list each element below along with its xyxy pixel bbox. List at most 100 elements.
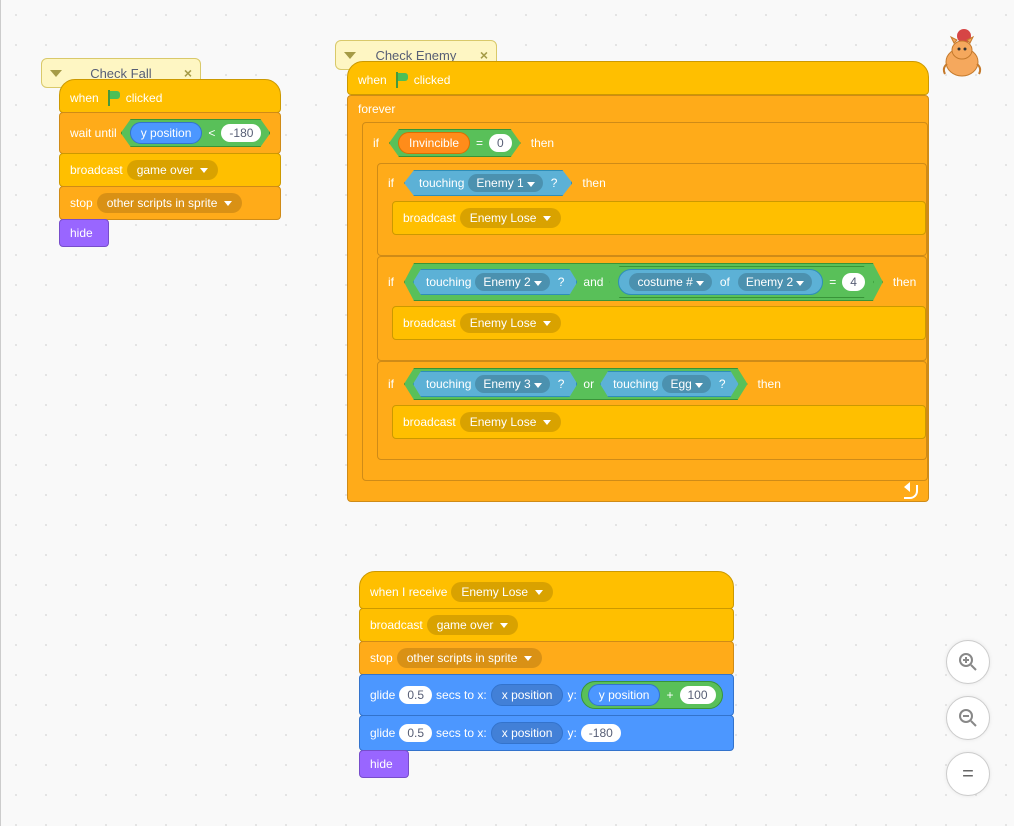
chevron-down-icon [543,420,551,425]
broadcast-block[interactable]: broadcast Enemy Lose [392,405,926,439]
stack-check-fall[interactable]: when clicked wait until y position < -18… [59,80,281,247]
label: stop [70,196,93,210]
touching-predicate[interactable]: touching Enemy 3 ? [413,371,577,397]
plus-operator[interactable]: y position + 100 [581,681,723,709]
if-block-invincible[interactable]: if Invincible = 0 then [362,122,928,481]
message-dropdown[interactable]: Enemy Lose [451,582,553,602]
chevron-down-icon [200,168,208,173]
touching-predicate[interactable]: touching Egg ? [600,371,738,397]
broadcast-block[interactable]: broadcast Enemy Lose [392,201,926,235]
stop-block[interactable]: stop other scripts in sprite [359,641,734,675]
if-block-enemy3[interactable]: if touching Enemy 3 ? o [377,361,927,460]
label: when I receive [370,585,447,599]
broadcast-block[interactable]: broadcast game over [59,153,281,187]
glide-block[interactable]: glide 0.5 secs to x: x position y: -180 [359,715,734,751]
label: if [373,136,379,150]
variable-reporter[interactable]: Invincible [398,132,470,154]
equals-operator[interactable]: costume # of Enemy 2 = 4 [609,266,873,298]
label: y: [567,688,576,702]
sprite-thumbnail [934,28,990,84]
broadcast-block[interactable]: broadcast game over [359,608,734,642]
or-operator[interactable]: touching Enemy 3 ? or touching [404,368,748,400]
zoom-reset-button[interactable]: = [946,752,990,796]
number-input[interactable]: 4 [842,273,865,291]
number-input[interactable]: -180 [221,124,261,142]
scripts-workspace[interactable]: Check Fall × Check Enemy × when clicked … [0,0,1014,826]
label: broadcast [403,211,456,225]
sprite-dropdown[interactable]: Enemy 1 [468,174,542,192]
label: then [582,176,605,190]
equals-operator[interactable]: Invincible = 0 [389,129,521,157]
when-i-receive-block[interactable]: when I receive Enemy Lose [359,571,734,609]
label: if [388,176,394,190]
sprite-dropdown[interactable]: Enemy 3 [475,375,549,393]
broadcast-dropdown[interactable]: Enemy Lose [460,208,562,228]
chevron-down-icon [695,383,703,388]
y-position-reporter[interactable]: y position [130,122,203,144]
x-position-reporter[interactable]: x position [491,722,564,744]
touching-predicate[interactable]: touching Enemy 1 ? [404,170,572,196]
sprite-dropdown[interactable]: Enemy 2 [475,273,549,291]
label: broadcast [70,163,123,177]
label: when [70,91,99,105]
chevron-down-icon [534,281,542,286]
stack-enemy-lose[interactable]: when I receive Enemy Lose broadcast game… [359,572,734,778]
label: hide [70,226,93,240]
number-input[interactable]: 0.5 [399,686,432,704]
broadcast-dropdown[interactable]: Enemy Lose [460,412,562,432]
glide-block[interactable]: glide 0.5 secs to x: x position y: y pos… [359,674,734,716]
label: clicked [414,73,451,87]
if-block-enemy2[interactable]: if touching Enemy 2 ? a [377,256,927,361]
lt-label: < [208,126,215,140]
forever-block[interactable]: forever if Invincible = 0 then [347,95,929,502]
broadcast-dropdown[interactable]: game over [427,615,519,635]
chevron-down-icon [535,590,543,595]
label: glide [370,726,395,740]
when-flag-clicked-block[interactable]: when clicked [59,79,281,113]
y-position-reporter[interactable]: y position [588,684,661,706]
comment-fold-icon[interactable] [344,52,356,59]
chevron-down-icon [524,656,532,661]
zoom-out-icon [958,708,978,728]
label: clicked [126,91,163,105]
label: when [358,73,387,87]
touching-predicate[interactable]: touching Enemy 2 ? [413,269,577,295]
wait-until-block[interactable]: wait until y position < -180 [59,112,281,154]
sprite-dropdown[interactable]: Egg [662,375,710,393]
label: y: [567,726,576,740]
number-input[interactable]: 0.5 [399,724,432,742]
chevron-down-icon [500,623,508,628]
chevron-down-icon [224,201,232,206]
comment-fold-icon[interactable] [50,70,62,77]
chevron-down-icon [534,383,542,388]
x-position-reporter[interactable]: x position [491,684,564,706]
sprite-dropdown[interactable]: Enemy 2 [738,273,812,291]
number-input[interactable]: 100 [680,686,716,704]
less-than-operator[interactable]: y position < -180 [121,119,271,147]
stop-dropdown[interactable]: other scripts in sprite [397,648,543,668]
broadcast-block[interactable]: broadcast Enemy Lose [392,306,926,340]
stack-check-enemy[interactable]: when clicked forever if Invincible = [347,62,929,502]
zoom-in-icon [958,652,978,672]
zoom-in-button[interactable] [946,640,990,684]
of-reporter[interactable]: costume # of Enemy 2 [618,269,823,295]
zoom-out-button[interactable] [946,696,990,740]
label: wait until [70,126,117,140]
broadcast-dropdown[interactable]: Enemy Lose [460,313,562,333]
chevron-down-icon [543,321,551,326]
hide-block[interactable]: hide [359,750,409,778]
label: if [388,275,394,289]
chevron-down-icon [543,216,551,221]
if-block-enemy1[interactable]: if touching Enemy 1 ? then [377,163,927,256]
cat-sprite-icon [934,28,990,84]
property-dropdown[interactable]: costume # [629,273,711,291]
when-flag-clicked-block[interactable]: when clicked [347,61,929,95]
and-operator[interactable]: touching Enemy 2 ? and [404,263,883,301]
stop-block[interactable]: stop other scripts in sprite [59,186,281,220]
number-input[interactable]: 0 [489,134,512,152]
label: hide [370,757,393,771]
hide-block[interactable]: hide [59,219,109,247]
stop-dropdown[interactable]: other scripts in sprite [97,193,243,213]
number-input[interactable]: -180 [581,724,621,742]
broadcast-dropdown[interactable]: game over [127,160,219,180]
